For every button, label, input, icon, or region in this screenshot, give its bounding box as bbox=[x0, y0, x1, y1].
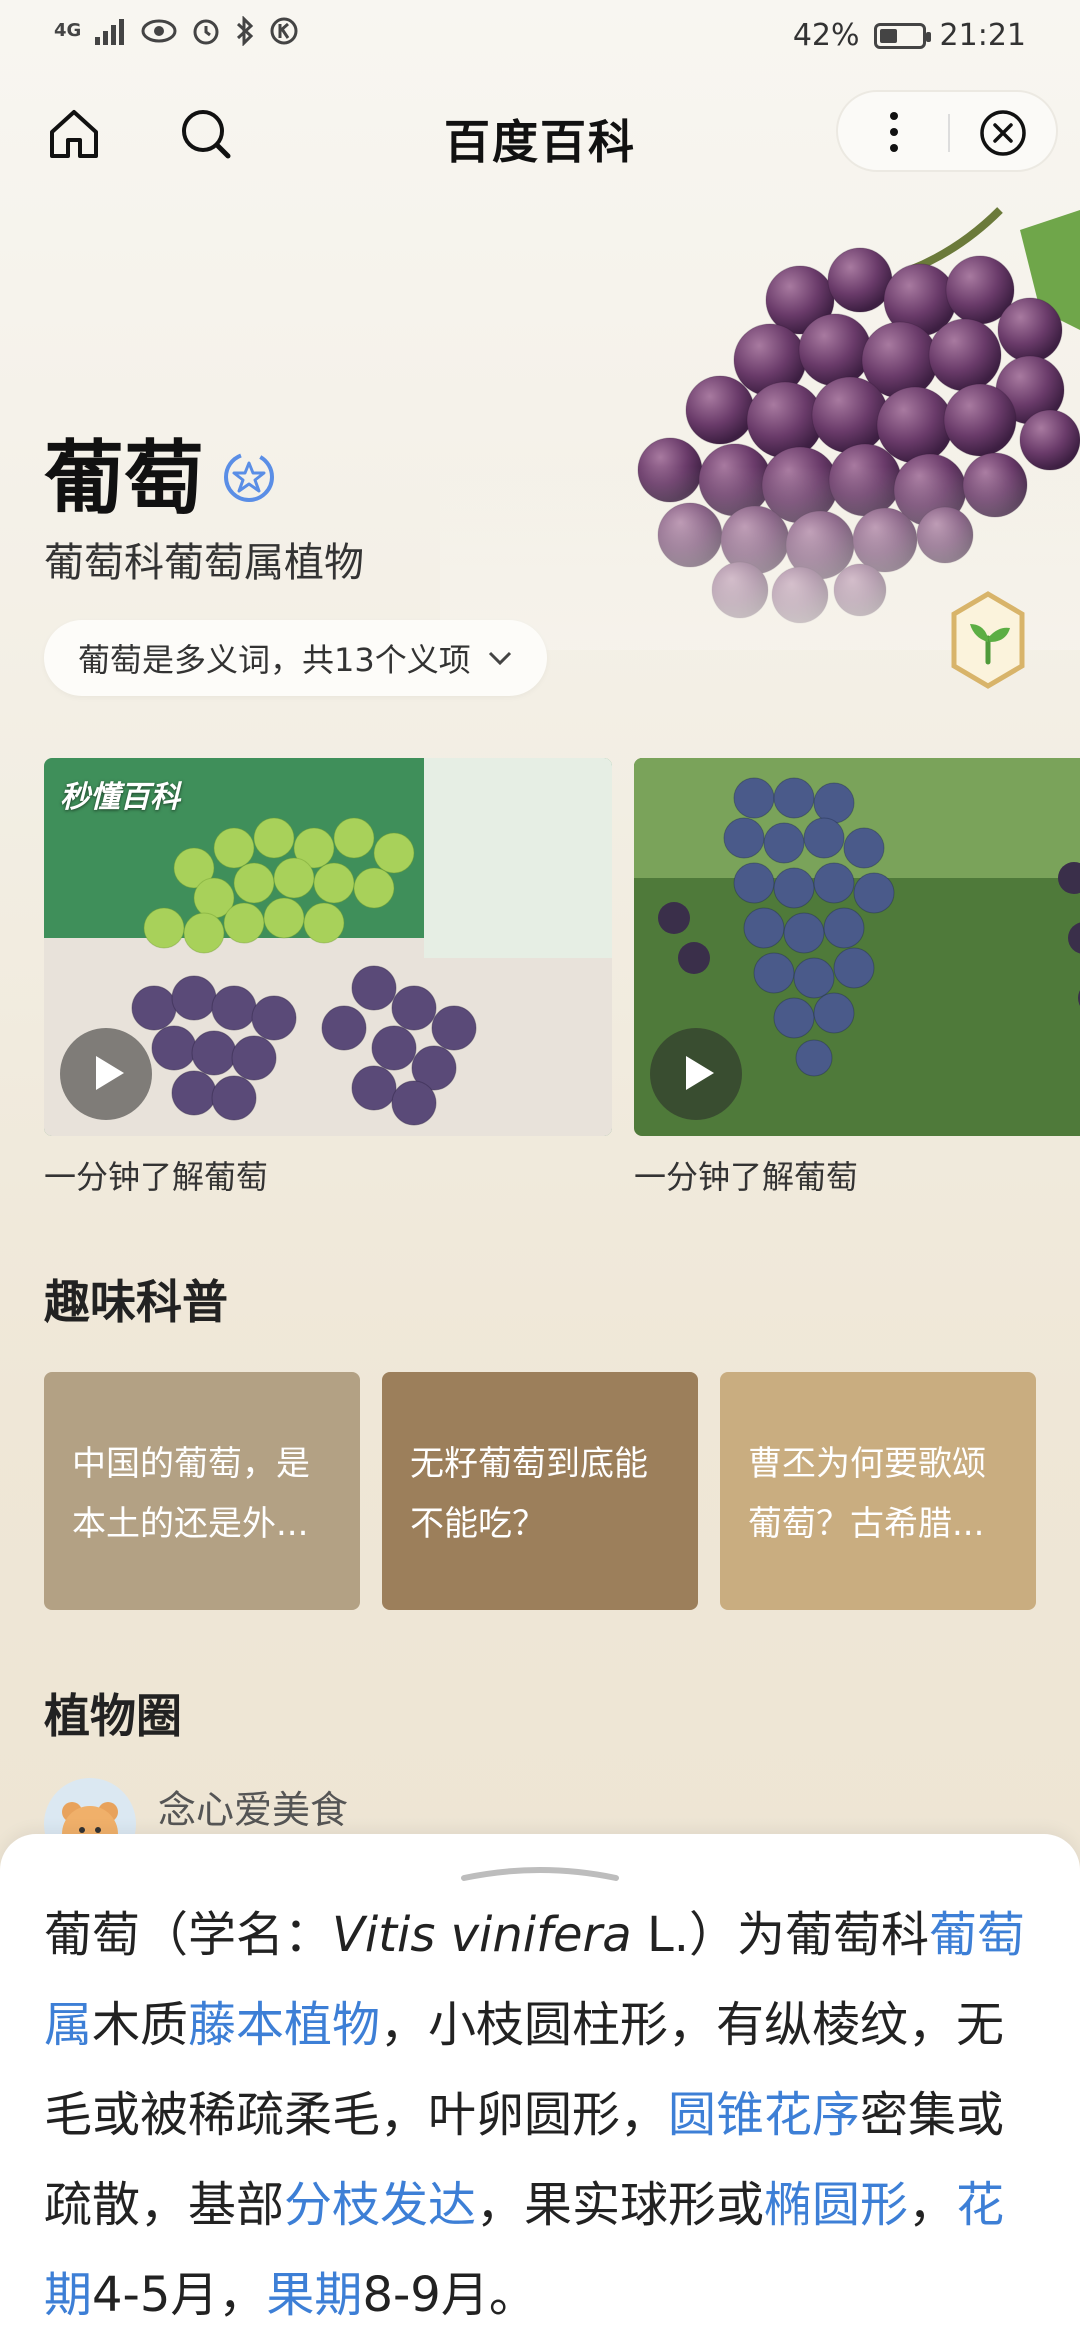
status-icons: 4G bbox=[54, 16, 299, 46]
capsule-divider bbox=[948, 114, 950, 152]
video-caption[interactable]: 一分钟了解葡萄 bbox=[44, 1152, 612, 1198]
fun-card-line: 中国的葡萄，是 bbox=[72, 1444, 310, 1484]
fun-science-card[interactable]: 曹丕为何要歌颂 葡萄？古希腊... bbox=[720, 1372, 1036, 1610]
signal-icon bbox=[95, 19, 125, 45]
video-card[interactable]: 一分钟了解葡萄 bbox=[634, 758, 1080, 1198]
fun-science-title: 趣味科普 bbox=[44, 1275, 228, 1329]
video-brand-logo: 秒懂百科 bbox=[60, 780, 180, 815]
nav-bar: 百度百科 bbox=[0, 76, 1080, 196]
summary-text-segment: 8-9月。 bbox=[362, 2267, 537, 2323]
scientific-name: Vitis vinifera bbox=[332, 1907, 632, 1963]
summary-text-segment: 4-5月， bbox=[92, 2267, 267, 2323]
entry-title: 葡萄 bbox=[44, 432, 204, 525]
k-circle-icon bbox=[270, 17, 298, 45]
alarm-icon bbox=[193, 19, 219, 45]
fun-card-line: 本土的还是外... bbox=[72, 1504, 309, 1544]
link-branching[interactable]: 分枝发达 bbox=[284, 2177, 476, 2233]
plant-circle-title: 植物圈 bbox=[44, 1689, 182, 1743]
star-badge-icon[interactable] bbox=[222, 450, 276, 504]
clock: 21:21 bbox=[939, 18, 1026, 53]
hero-grape-image bbox=[440, 190, 1080, 650]
battery-fill bbox=[879, 28, 897, 43]
video-card[interactable]: 秒懂百科 一分钟了解葡萄 bbox=[44, 758, 612, 1198]
fun-card-line: 曹丕为何要歌颂 bbox=[748, 1444, 986, 1484]
play-icon[interactable] bbox=[650, 1028, 742, 1120]
bluetooth-icon bbox=[237, 16, 254, 46]
summary-text: 葡萄（学名：Vitis vinifera L.）为葡萄科葡萄属木质藤本植物，小枝… bbox=[44, 1890, 1044, 2340]
poster-name[interactable]: 念心爱美食 bbox=[158, 1779, 348, 1834]
video-carousel: 秒懂百科 一分钟了解葡萄 一分钟了解葡萄 bbox=[44, 758, 1080, 1198]
close-icon[interactable] bbox=[978, 108, 1028, 158]
polysemy-label: 葡萄是多义词，共13个义项 bbox=[78, 641, 471, 679]
video-thumbnail[interactable] bbox=[634, 758, 1080, 1136]
fun-science-card[interactable]: 中国的葡萄，是 本土的还是外... bbox=[44, 1372, 360, 1610]
battery-percent: 42% bbox=[792, 18, 860, 53]
status-bar: 4G 42% 21:21 bbox=[0, 0, 1080, 76]
battery-icon bbox=[873, 22, 931, 49]
summary-bottom-sheet: 葡萄（学名：Vitis vinifera L.）为葡萄科葡萄属木质藤本植物，小枝… bbox=[0, 1834, 1080, 2340]
status-right: 42% 21:21 bbox=[793, 18, 1026, 53]
fun-card-line: 不能吃？ bbox=[410, 1504, 546, 1544]
fun-science-card[interactable]: 无籽葡萄到底能 不能吃？ bbox=[382, 1372, 698, 1610]
link-ellipse[interactable]: 椭圆形 bbox=[764, 2177, 908, 2233]
summary-text-segment: L.）为葡萄科 bbox=[631, 1907, 929, 1963]
fun-card-line: 无籽葡萄到底能 bbox=[410, 1444, 648, 1484]
more-icon[interactable] bbox=[884, 110, 904, 154]
link-liana[interactable]: 藤本植物 bbox=[188, 1997, 380, 2053]
eye-icon bbox=[141, 19, 177, 43]
summary-text-segment: ， bbox=[908, 2177, 957, 2233]
play-icon[interactable] bbox=[60, 1028, 152, 1120]
summary-text-segment: 葡萄（学名： bbox=[44, 1907, 333, 1963]
mini-program-capsule bbox=[836, 90, 1058, 172]
video-caption[interactable]: 一分钟了解葡萄 bbox=[634, 1152, 1080, 1198]
fun-card-line: 葡萄？古希腊... bbox=[748, 1504, 985, 1544]
video-thumbnail[interactable]: 秒懂百科 bbox=[44, 758, 612, 1136]
summary-text-segment: ，果实球形或 bbox=[476, 2177, 765, 2233]
fun-science-cards: 中国的葡萄，是 本土的还是外... 无籽葡萄到底能 不能吃？ 曹丕为何要歌颂 葡… bbox=[44, 1372, 1044, 1610]
chevron-down-icon bbox=[488, 651, 511, 666]
plant-badge-icon[interactable] bbox=[948, 590, 1028, 690]
sheet-handle-icon[interactable] bbox=[458, 1860, 622, 1884]
link-fruiting-period[interactable]: 果期 bbox=[266, 2267, 362, 2323]
link-panicle[interactable]: 圆锥花序 bbox=[668, 2087, 860, 2143]
summary-text-segment: 木质 bbox=[92, 1997, 189, 2053]
entry-subtitle: 葡萄科葡萄属植物 bbox=[44, 540, 364, 586]
polysemy-dropdown[interactable]: 葡萄是多义词，共13个义项 bbox=[44, 620, 547, 696]
network-type-label: 4G bbox=[54, 20, 82, 41]
